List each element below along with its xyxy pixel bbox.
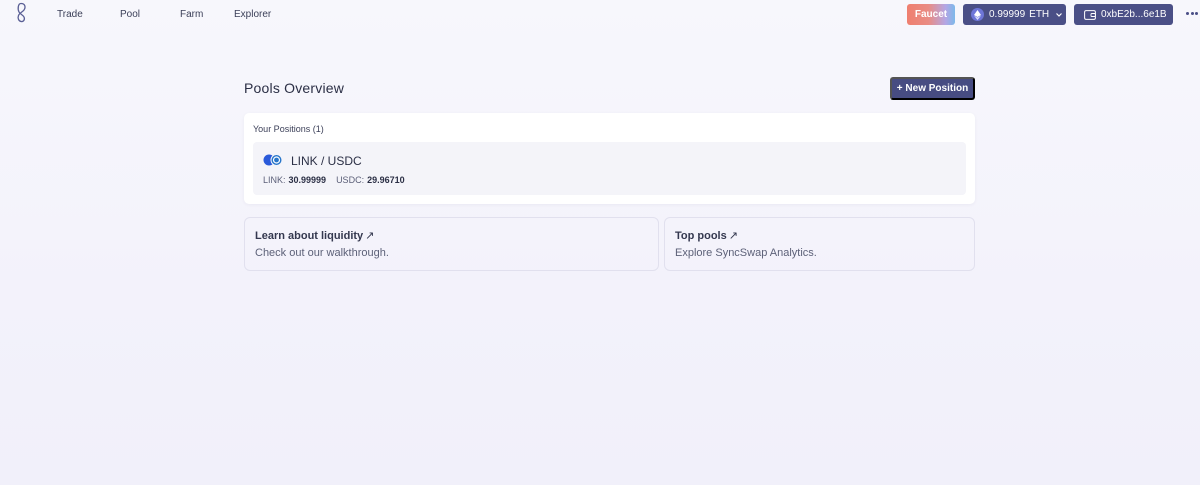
token-pair-icon [263,154,283,166]
learn-liquidity-description: Check out our walkthrough. [255,247,389,259]
learn-liquidity-card[interactable]: Learn about liquidity ↗ Check out our wal… [244,217,659,271]
learn-liquidity-title-text: Learn about liquidity [255,230,364,242]
learn-liquidity-title: Learn about liquidity ↗ [255,229,374,242]
faucet-button[interactable]: Faucet [907,4,955,25]
positions-heading: Your Positions (1) [253,124,324,134]
top-pools-card[interactable]: Top pools ↗ Explore SyncSwap Analytics. [664,217,975,271]
more-dots-icon[interactable] [1186,8,1198,18]
top-pools-title-text: Top pools [675,230,727,242]
pair-name: LINK / USDC [291,154,362,168]
nav-farm[interactable]: Farm [180,9,203,20]
external-link-icon: ↗ [365,230,375,242]
token-a-amount: 30.99999 [288,175,327,185]
external-link-icon: ↗ [728,230,738,242]
wallet-button[interactable]: 0xbE2b...6e1B [1074,4,1173,25]
wallet-address: 0xbE2b...6e1B [1101,9,1167,20]
syncswap-logo-icon[interactable] [11,2,31,26]
balance-button[interactable]: 0.99999 ETH [963,4,1066,25]
wallet-icon [1084,9,1096,20]
nav-pool[interactable]: Pool [120,9,140,20]
position-item[interactable]: LINK / USDC LINK: 30.99999 USDC: 29.9671… [253,142,966,195]
positions-card: Your Positions (1) LINK / USDC LINK: 30.… [244,113,975,204]
chevron-down-icon [1056,12,1063,17]
nav-explorer[interactable]: Explorer [234,9,271,20]
new-position-button[interactable]: + New Position [890,77,975,100]
page-title: Pools Overview [244,80,345,96]
token-b-label: USDC: [336,175,365,185]
top-bar: Trade Pool Farm Explorer Faucet 0.99999 … [0,0,1200,30]
balance-value: 0.99999 [989,9,1026,20]
token-b-amount: 29.96710 [367,175,405,185]
top-pools-title: Top pools ↗ [675,229,738,242]
balance-unit: ETH [1029,9,1050,20]
position-amounts: LINK: 30.99999 USDC: 29.96710 [263,175,405,185]
top-pools-description: Explore SyncSwap Analytics. [675,247,817,259]
nav-trade[interactable]: Trade [57,9,83,20]
ethereum-icon [971,8,984,21]
token-a-label: LINK: [263,175,286,185]
